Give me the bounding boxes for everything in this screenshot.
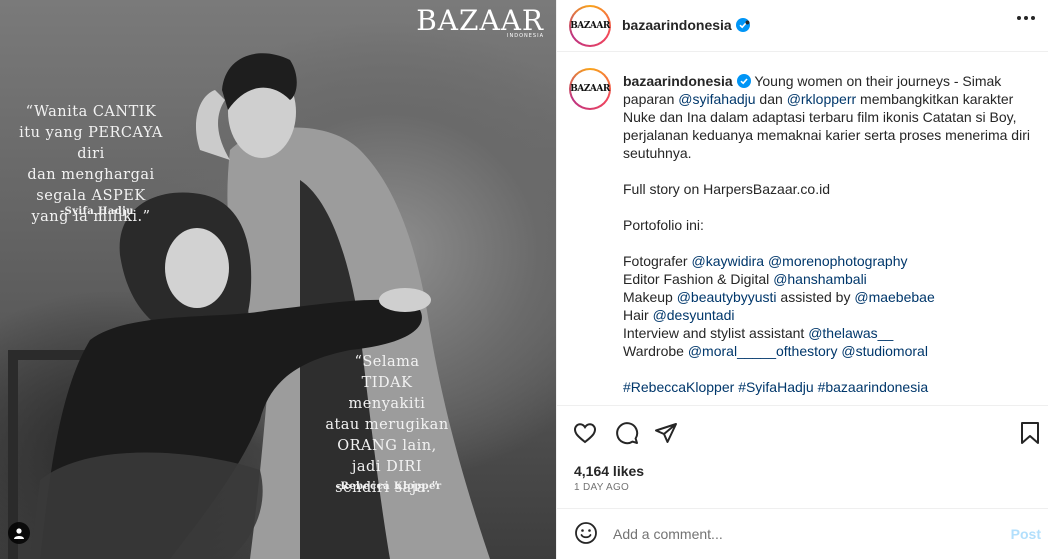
mention-maebebae[interactable]: @maebebae: [854, 289, 934, 305]
tagged-users-button[interactable]: [8, 522, 30, 544]
header-username-wrap[interactable]: bazaarindonesia: [622, 17, 750, 33]
header-username[interactable]: bazaarindonesia: [622, 17, 732, 33]
paper-plane-icon: [655, 423, 677, 443]
save-button[interactable]: [1019, 421, 1041, 450]
hashtag-rebeccaklopper[interactable]: #RebeccaKlopper: [623, 379, 734, 395]
mention-kaywidira[interactable]: @kaywidira: [691, 253, 764, 269]
post-timestamp[interactable]: 1 DAY AGO: [574, 482, 629, 493]
profile-avatar[interactable]: BAZAAR: [569, 5, 611, 47]
credit-wardrobe: Wardrobe @moral_____ofthestory @studiomo…: [623, 342, 1035, 360]
mention-moral-ofthestory[interactable]: @moral_____ofthestory: [688, 343, 838, 359]
caption-area: BAZAAR bazaarindonesia Young women on th…: [557, 52, 1048, 404]
post-comment-button[interactable]: Post: [1011, 526, 1041, 542]
caption-portfolio: Portofolio ini:: [623, 217, 704, 233]
hashtag-syifahadju[interactable]: #SyifaHadju: [738, 379, 814, 395]
caption-intro-text: dan: [755, 91, 787, 107]
credit-label: Makeup: [623, 289, 677, 305]
credit-label: Editor Fashion & Digital: [623, 271, 774, 287]
avatar-text: BAZAAR: [570, 21, 610, 31]
heart-icon: [573, 423, 597, 444]
caption-full-story: Full story on HarpersBazaar.co.id: [623, 181, 830, 197]
caption-blank: [623, 234, 1035, 252]
post-details-panel: BAZAAR bazaarindonesia • BAZAAR bazaarin…: [556, 0, 1048, 559]
credit-label: Wardrobe: [623, 343, 688, 359]
comment-bar: Post: [557, 508, 1048, 559]
share-button[interactable]: [654, 421, 678, 450]
bookmark-icon: [1021, 422, 1039, 444]
photo-figures-illustration: [8, 53, 491, 559]
hashtag-bazaarindonesia[interactable]: #bazaarindonesia: [818, 379, 929, 395]
emoji-icon: [575, 522, 597, 544]
verified-badge-icon: [736, 74, 751, 88]
post-header: BAZAAR bazaarindonesia •: [557, 0, 1048, 52]
post-image[interactable]: BAZAAR INDONESIA “Wanita CANTIK itu yang…: [0, 0, 556, 559]
separator-dot: •: [745, 14, 750, 30]
comment-input[interactable]: [613, 523, 983, 545]
comment-icon: [616, 422, 639, 445]
more-dot-icon: [1017, 16, 1021, 20]
caption-username[interactable]: bazaarindonesia: [623, 73, 733, 89]
caption-text: bazaarindonesia Young women on their jou…: [623, 72, 1035, 396]
caption-blank: [623, 360, 1035, 378]
user-icon: [14, 528, 24, 539]
caption-blank: [623, 198, 1035, 216]
comment-button[interactable]: [615, 421, 639, 450]
quote-rebecca-author: -Rebecca Klopper: [336, 481, 442, 492]
caption-hashtags: #RebeccaKlopper #SyifaHadju #bazaarindon…: [623, 378, 1035, 396]
credit-label: Hair: [623, 307, 653, 323]
quote-rebecca: “Selama TIDAK menyakiti atau merugikan O…: [325, 354, 449, 496]
credit-interview: Interview and stylist assistant @thelawa…: [623, 324, 1035, 342]
mention-morenophotography[interactable]: @morenophotography: [768, 253, 908, 269]
likes-count[interactable]: 4,164 likes: [574, 463, 644, 479]
mention-syifahadju[interactable]: @syifahadju: [678, 91, 755, 107]
more-dot-icon: [1031, 16, 1035, 20]
more-dot-icon: [1024, 16, 1028, 20]
more-options-button[interactable]: [1017, 16, 1035, 20]
like-button[interactable]: [573, 421, 597, 450]
credit-label: Interview and stylist assistant: [623, 325, 809, 341]
credit-hair: Hair @desyuntadi: [623, 306, 1035, 324]
credit-label: assisted by: [776, 289, 855, 305]
mention-desyuntadi[interactable]: @desyuntadi: [653, 307, 735, 323]
quote-syifa-author: -Syifa Hadju: [60, 206, 134, 217]
credit-label: Fotografer: [623, 253, 692, 269]
magazine-name: BAZAAR: [416, 4, 544, 37]
caption-avatar[interactable]: BAZAAR: [569, 68, 611, 110]
mention-rklopperr[interactable]: @rklopperr: [787, 91, 856, 107]
mention-thelawas[interactable]: @thelawas__: [808, 325, 893, 341]
credit-editor: Editor Fashion & Digital @hanshambali: [623, 270, 1035, 288]
emoji-button[interactable]: [574, 521, 598, 550]
caption-intro: bazaarindonesia Young women on their jou…: [623, 72, 1035, 162]
mention-beautybyyusti[interactable]: @beautybyyusti: [677, 289, 777, 305]
action-bar: [557, 405, 1048, 459]
credit-makeup: Makeup @beautybyyusti assisted by @maebe…: [623, 288, 1035, 306]
mention-hanshambali[interactable]: @hanshambali: [773, 271, 867, 287]
caption-blank: [623, 162, 1035, 180]
avatar-text: BAZAAR: [570, 84, 610, 94]
magazine-logo: BAZAAR INDONESIA: [416, 4, 544, 40]
credit-photographer: Fotografer @kaywidira @morenophotography: [623, 252, 1035, 270]
mention-studiomoral[interactable]: @studiomoral: [841, 343, 928, 359]
